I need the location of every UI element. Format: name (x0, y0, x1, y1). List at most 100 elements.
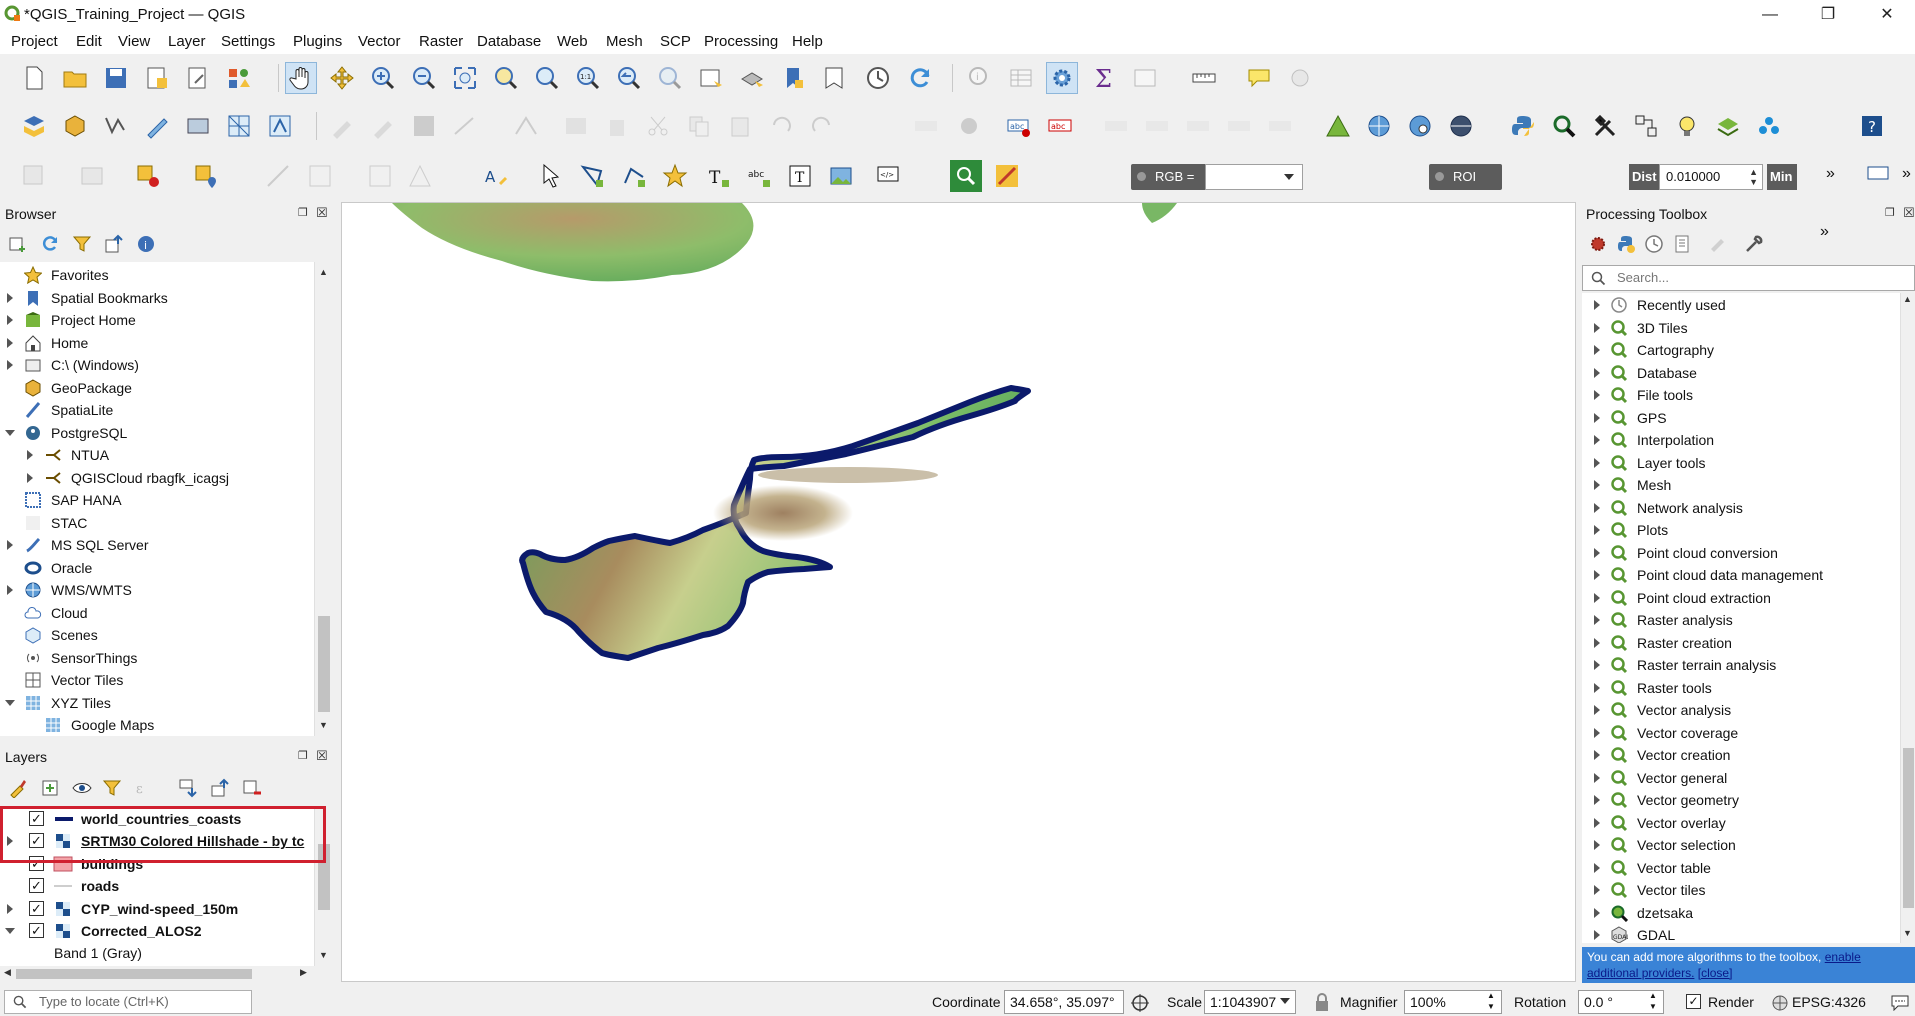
new-print-layout-button[interactable] (141, 62, 173, 94)
menu-edit[interactable]: Edit (76, 33, 102, 50)
vertex-tool-button[interactable] (510, 110, 542, 142)
toolbox-provider-item[interactable]: Mesh (1582, 474, 1900, 496)
collapsed-arrow-icon[interactable] (1594, 660, 1600, 670)
pan-map-button[interactable] (285, 62, 317, 94)
python-console-button[interactable] (1507, 110, 1539, 142)
roi-widget[interactable]: ROI (1429, 164, 1502, 190)
toolbox-provider-item[interactable]: Point cloud conversion (1582, 542, 1900, 564)
browser-item[interactable]: SAP HANA (0, 489, 314, 511)
toolbar3-overflow-icon[interactable]: » (1826, 165, 1835, 183)
table-select-button[interactable] (76, 160, 108, 192)
collapsed-arrow-icon[interactable] (1594, 322, 1600, 333)
collapsed-arrow-icon[interactable] (27, 450, 33, 460)
toolbox-scroll-down-icon[interactable]: ▼ (1903, 928, 1912, 938)
toolbox-provider-item[interactable]: Recently used (1582, 294, 1900, 316)
browser-item[interactable]: C:\ (Windows) (0, 354, 314, 376)
layout-manager-button[interactable] (182, 62, 214, 94)
scripts-icon[interactable] (1616, 234, 1636, 254)
rgb-combo[interactable] (1205, 164, 1303, 190)
layer-legend-item[interactable]: Band 1 (Gray) (0, 942, 314, 964)
toolbox-provider-item[interactable]: Vector creation (1582, 744, 1900, 766)
browser-item[interactable]: NTUA (0, 444, 314, 466)
georeferencer-button[interactable] (1630, 110, 1662, 142)
browser-item[interactable]: Vector Tiles (0, 669, 314, 691)
scp-plugin-button[interactable] (1322, 110, 1354, 142)
collapsed-arrow-icon[interactable] (1594, 480, 1600, 490)
filter-expression-icon[interactable]: ε (134, 778, 154, 798)
show-bookmarks-button[interactable] (818, 62, 850, 94)
minimize-button[interactable]: — (1747, 2, 1793, 28)
new-virtual-layer-button[interactable] (182, 110, 214, 142)
toolbox-provider-item[interactable]: Vector coverage (1582, 722, 1900, 744)
info-icon[interactable]: i (136, 234, 156, 254)
cut-features-button[interactable] (642, 110, 674, 142)
options-wrench-icon[interactable] (1744, 234, 1764, 254)
scale-dropdown-icon[interactable] (1280, 998, 1290, 1004)
menu-vector[interactable]: Vector (358, 33, 401, 50)
new-mesh-layer-button[interactable] (223, 110, 255, 142)
pin-labels-button[interactable] (1100, 110, 1132, 142)
toolbox-provider-item[interactable]: Point cloud data management (1582, 564, 1900, 586)
zoom-to-layer-button[interactable] (531, 62, 563, 94)
scroll-up-icon[interactable]: ▲ (319, 267, 328, 277)
collapsed-arrow-icon[interactable] (1594, 795, 1600, 805)
collapsed-arrow-icon[interactable] (1594, 840, 1600, 850)
add-textbox-annotation-button[interactable]: T (784, 160, 816, 192)
toolbox-search-field[interactable]: Search... (1582, 265, 1915, 291)
toolbar3-extra-button[interactable] (1862, 158, 1894, 190)
filter-icon[interactable] (72, 234, 92, 254)
hscroll-right-icon[interactable]: ▶ (300, 967, 307, 978)
html-annotation-button[interactable]: </> (872, 160, 904, 192)
layer-item[interactable]: ✓ CYP_wind-speed_150m (0, 898, 314, 920)
layer-item[interactable]: ✓ Corrected_ALOS2 (0, 920, 314, 942)
add-text-along-line-button[interactable]: abc (743, 160, 775, 192)
scroll-down-icon[interactable]: ▼ (319, 720, 328, 730)
current-edits-button[interactable] (326, 110, 358, 142)
crs-globe-icon[interactable] (1771, 994, 1789, 1012)
layers-scroll-down-icon[interactable]: ▼ (319, 950, 328, 960)
style-manager-button[interactable] (223, 62, 255, 94)
help-button[interactable]: ? (1856, 110, 1888, 142)
menu-layer[interactable]: Layer (168, 33, 206, 50)
menu-mesh[interactable]: Mesh (606, 33, 643, 50)
locator-search-field[interactable]: Type to locate (Ctrl+K) (4, 990, 252, 1014)
globe-tool-2-button[interactable] (1404, 110, 1436, 142)
results-viewer-icon[interactable] (1672, 234, 1692, 254)
toolbox-provider-item[interactable]: Vector general (1582, 767, 1900, 789)
add-polygon-annotation-button[interactable] (576, 160, 608, 192)
deselect-button[interactable] (132, 160, 164, 192)
lock-scale-icon[interactable] (1314, 992, 1330, 1012)
collapsed-arrow-icon[interactable] (1594, 682, 1600, 693)
hscroll-left-icon[interactable]: ◀ (4, 967, 11, 978)
remove-layer-icon[interactable] (242, 778, 262, 798)
toolbox-provider-item[interactable]: Vector table (1582, 857, 1900, 879)
map-tips-button[interactable] (1243, 62, 1275, 94)
layer-item[interactable]: ✓ roads (0, 875, 314, 897)
toolbox-provider-item[interactable]: Layer tools (1582, 452, 1900, 474)
new-geopackage-button[interactable] (59, 110, 91, 142)
new-3d-view-button[interactable] (736, 62, 768, 94)
collapsed-arrow-icon[interactable] (1594, 772, 1600, 783)
browser-item[interactable]: Project Home (0, 309, 314, 331)
layers-close-button[interactable]: ☒ (316, 748, 328, 764)
zoom-out-button[interactable] (408, 62, 440, 94)
toolbox-provider-item[interactable]: Network analysis (1582, 497, 1900, 519)
label-settings-button[interactable]: abc (1044, 110, 1076, 142)
close-banner-link[interactable]: [close] (1698, 966, 1733, 980)
collapsed-arrow-icon[interactable] (1594, 930, 1600, 940)
toggle-editing-button[interactable] (367, 110, 399, 142)
collapse-all-icon[interactable] (104, 234, 124, 254)
collapsed-arrow-icon[interactable] (1594, 907, 1600, 918)
browser-item[interactable]: STAC (0, 512, 314, 534)
toolbox-provider-item[interactable]: Interpolation (1582, 429, 1900, 451)
digitize-button[interactable] (449, 110, 481, 142)
menu-web[interactable]: Web (557, 33, 588, 50)
move-label-button[interactable] (1182, 110, 1214, 142)
show-hide-labels-button[interactable] (1141, 110, 1173, 142)
browser-item[interactable]: QGISCloud rbagfk_icagsj (0, 467, 314, 489)
collapsed-arrow-icon[interactable] (1594, 727, 1600, 738)
toolbox-provider-item[interactable]: Raster analysis (1582, 609, 1900, 631)
collapsed-arrow-icon[interactable] (1594, 570, 1600, 580)
map-canvas[interactable] (341, 202, 1576, 982)
browser-item[interactable]: Cloud (0, 602, 314, 624)
